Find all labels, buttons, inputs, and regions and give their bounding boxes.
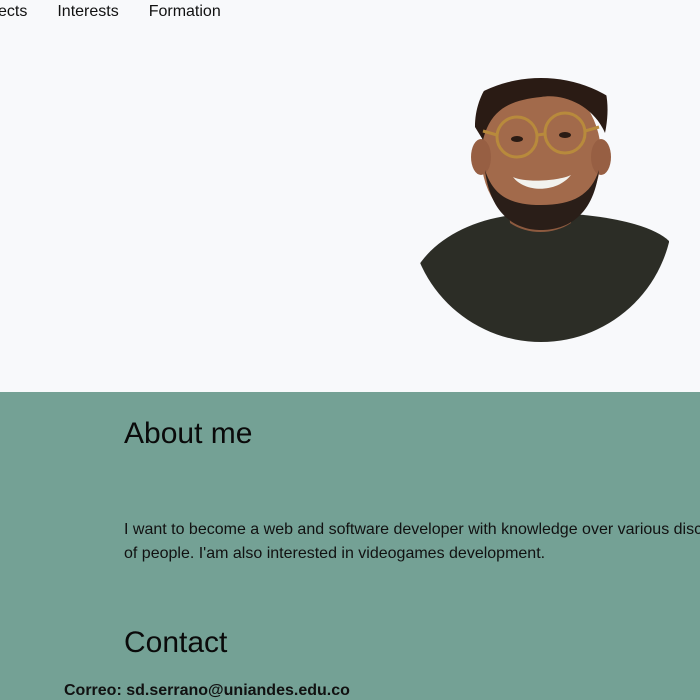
about-bio-line: of people. I'am also interested in video… xyxy=(124,545,546,562)
profile-photo xyxy=(413,78,669,342)
page: yects Interests Formation About me I wan… xyxy=(0,0,700,700)
nav-link-interests[interactable]: Interests xyxy=(57,3,118,21)
about-section: About me I want to become a web and soft… xyxy=(0,392,700,700)
about-heading: About me xyxy=(124,417,253,450)
contact-email: Correo: sd.serrano@uniandes.edu.co xyxy=(64,682,350,699)
hero-section xyxy=(0,0,700,392)
top-nav: yects Interests Formation xyxy=(0,0,251,24)
about-bio: I want to become a web and software deve… xyxy=(124,518,700,566)
nav-link-formation[interactable]: Formation xyxy=(149,3,221,21)
contact-heading: Contact xyxy=(124,626,228,659)
about-bio-line: I want to become a web and software deve… xyxy=(124,521,700,538)
nav-link-projects[interactable]: yects xyxy=(0,3,27,21)
